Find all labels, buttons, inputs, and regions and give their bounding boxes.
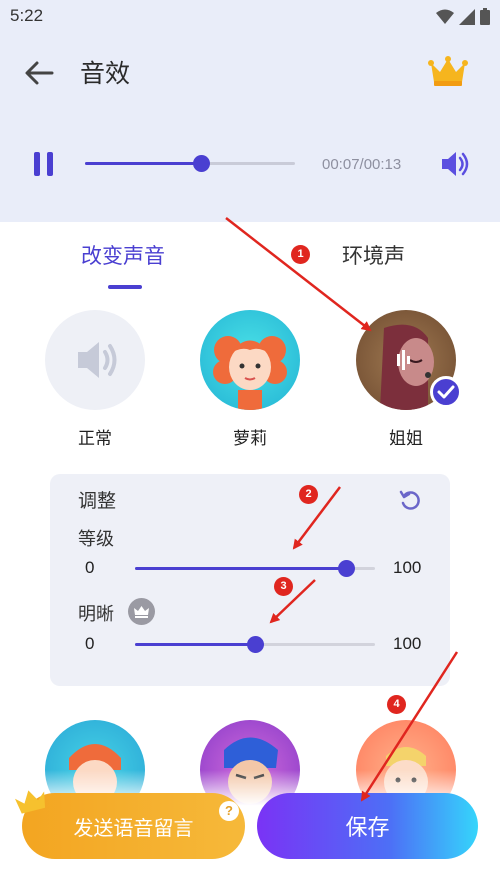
- voice-label-loli: 萝莉: [233, 429, 267, 449]
- voice-avatar-normal: [45, 310, 145, 410]
- active-tab-indicator: [108, 285, 142, 289]
- clarity-max: 100: [393, 634, 422, 653]
- tab-change-voice[interactable]: 改变声音: [81, 240, 165, 270]
- clarity-min: 0: [85, 634, 95, 653]
- status-bar: 5:22: [0, 0, 500, 32]
- level-slider[interactable]: [135, 560, 375, 577]
- progress-fill: [85, 162, 201, 165]
- pause-bar-left: [34, 152, 40, 176]
- clarity-slider[interactable]: [135, 636, 375, 653]
- progress-knob[interactable]: [192, 155, 210, 172]
- adjust-title: 调整: [78, 490, 117, 512]
- step-badge-3: 3: [274, 577, 293, 596]
- clarity-label: 明晰: [78, 604, 114, 625]
- playback-progress[interactable]: [85, 155, 295, 172]
- voice-avatar-loli: [200, 310, 300, 410]
- help-icon[interactable]: ?: [219, 801, 239, 821]
- voice-label-sister: 姐姐: [389, 429, 423, 449]
- voice-option-loli[interactable]: 萝莉: [200, 310, 300, 450]
- header: 音效 00:07/00:13: [0, 32, 500, 222]
- signal-icon: [459, 9, 475, 25]
- save-button[interactable]: 保存: [257, 793, 478, 859]
- vip-crown-badge-icon: [128, 598, 155, 625]
- back-arrow-icon[interactable]: [22, 58, 56, 88]
- step-badge-2: 2: [299, 485, 318, 504]
- send-crown-icon: [14, 790, 46, 814]
- vip-crown-icon[interactable]: [428, 54, 468, 88]
- step-badge-1: 1: [291, 245, 310, 264]
- selected-check-icon: [430, 376, 462, 408]
- playback-time: 00:07/00:13: [322, 156, 402, 173]
- battery-icon: [480, 8, 490, 25]
- girl-avatar-icon: [213, 336, 287, 410]
- level-slider-knob[interactable]: [338, 560, 356, 577]
- level-slider-fill: [135, 567, 347, 570]
- pause-button[interactable]: [32, 152, 56, 176]
- status-icons: [436, 7, 490, 25]
- speaker-icon: [78, 342, 117, 378]
- tab-ambient-sound[interactable]: 环境声: [342, 240, 405, 270]
- status-time: 5:22: [10, 6, 44, 25]
- clarity-slider-fill: [135, 643, 255, 646]
- level-max: 100: [393, 558, 422, 577]
- pause-bar-right: [47, 152, 53, 176]
- level-label: 等级: [78, 529, 114, 550]
- voice-option-normal[interactable]: 正常: [45, 310, 145, 450]
- step-badge-4: 4: [387, 695, 406, 714]
- send-voice-message-button[interactable]: 发送语音留言: [22, 793, 245, 859]
- reset-icon[interactable]: [398, 488, 422, 512]
- volume-icon[interactable]: [440, 149, 470, 179]
- page-title: 音效: [80, 59, 131, 88]
- voice-option-sister[interactable]: 姐姐: [356, 310, 462, 450]
- wifi-icon: [436, 9, 454, 24]
- voice-label-normal: 正常: [78, 429, 112, 449]
- adjust-panel: 调整 等级 0 100 明晰 0 100: [50, 474, 450, 686]
- level-min: 0: [85, 558, 95, 577]
- clarity-slider-knob[interactable]: [247, 636, 264, 653]
